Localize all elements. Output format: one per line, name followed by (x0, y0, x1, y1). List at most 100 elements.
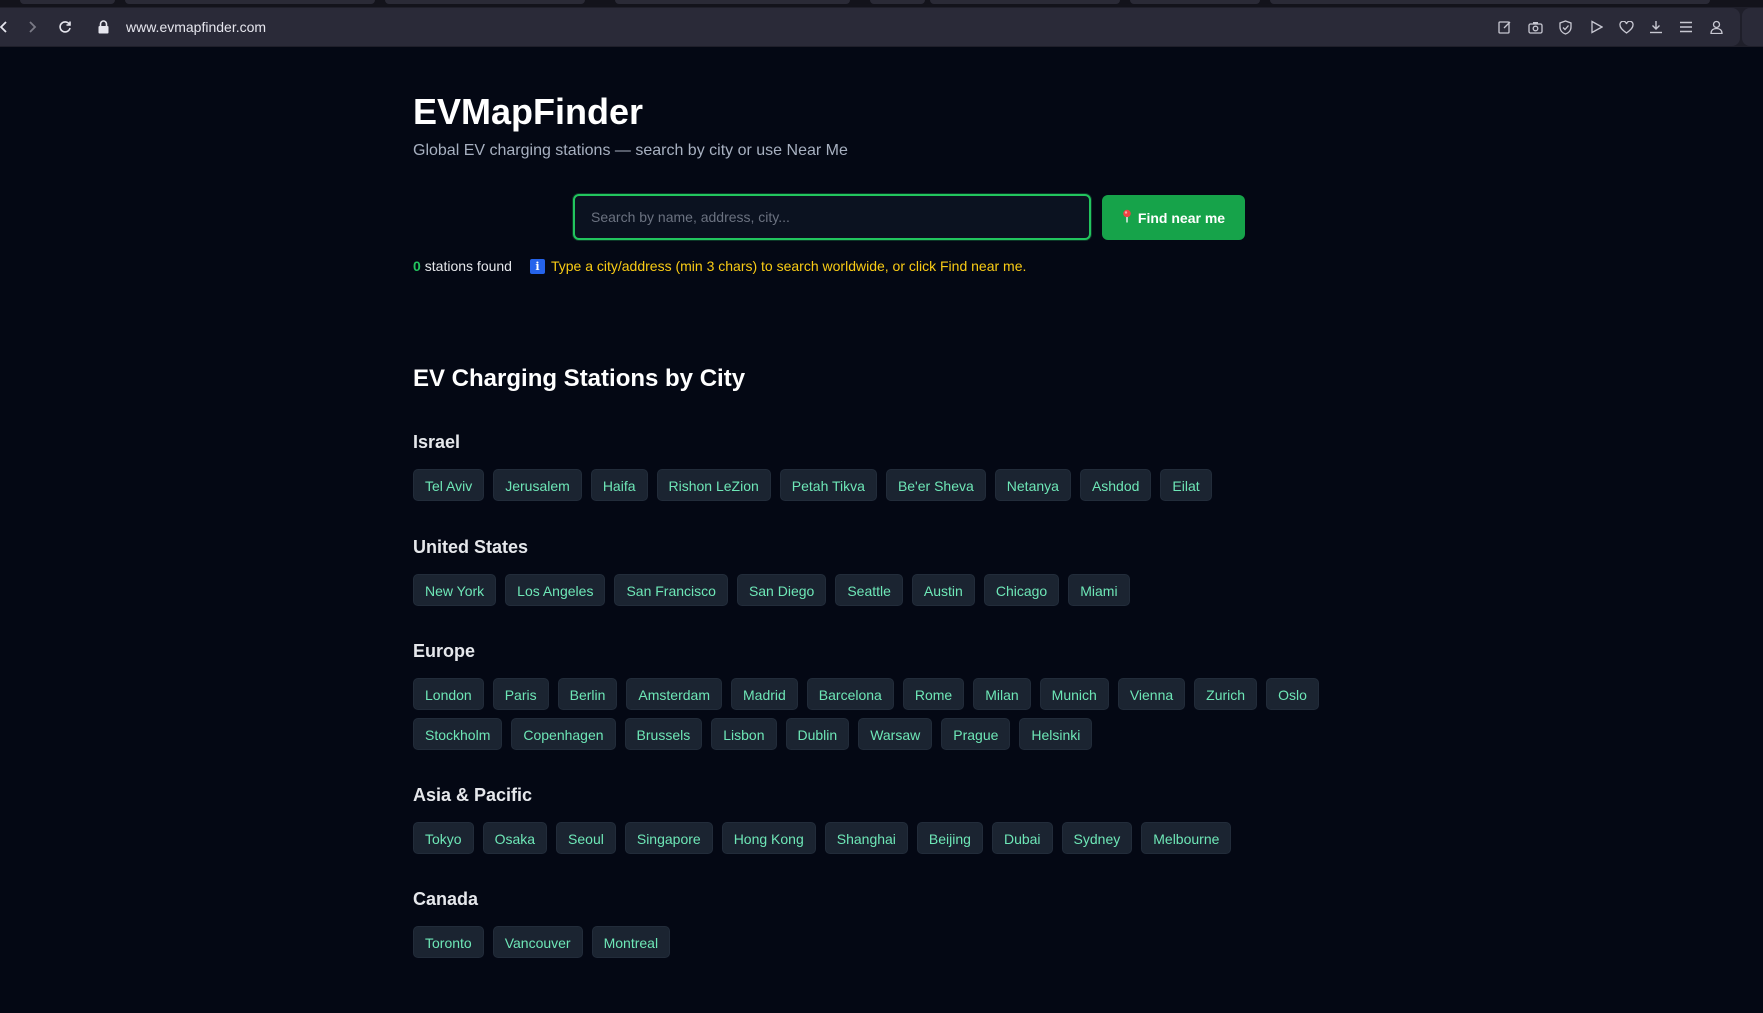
city-chip[interactable]: Copenhagen (511, 718, 616, 750)
region-asia-pacific: Asia & Pacific Tokyo Osaka Seoul Singapore H… (413, 782, 1413, 854)
city-chip[interactable]: Zurich (1194, 678, 1258, 710)
city-chip[interactable]: Madrid (731, 678, 798, 710)
play-icon[interactable] (1585, 16, 1607, 38)
city-chip[interactable]: London (413, 678, 484, 710)
browser-tab[interactable] (870, 0, 925, 4)
city-chip[interactable]: Munich (1039, 678, 1109, 710)
forward-icon[interactable] (24, 8, 40, 46)
city-chip[interactable]: Lisbon (711, 718, 777, 750)
city-chip[interactable]: Toronto (413, 926, 484, 958)
city-chip[interactable]: Helsinki (1019, 718, 1093, 750)
edit-icon[interactable] (1494, 16, 1516, 38)
city-list: Tokyo Osaka Seoul Singapore Hong Kong Shangha… (413, 822, 1413, 854)
city-chip[interactable]: New York (413, 574, 497, 606)
city-chip[interactable]: Shanghai (824, 822, 908, 854)
city-chip[interactable]: Melbourne (1141, 822, 1232, 854)
region-name: United States (413, 537, 529, 557)
city-chip[interactable]: Hong Kong (721, 822, 816, 854)
city-chip[interactable]: Dubai (991, 822, 1053, 854)
city-chip[interactable]: San Diego (736, 574, 827, 606)
pin-icon (1122, 209, 1132, 226)
city-chip[interactable]: Be'er Sheva (885, 469, 986, 501)
city-chip[interactable]: Vienna (1117, 678, 1186, 710)
city-chip[interactable]: Eilat (1160, 469, 1212, 501)
city-chip[interactable]: Montreal (591, 926, 671, 958)
city-chip[interactable]: Amsterdam (626, 678, 722, 710)
city-chip[interactable]: Milan (973, 678, 1031, 710)
browser-toolbar: www.evmapfinder.com (0, 0, 1763, 47)
city-list: Toronto Vancouver Montreal (413, 926, 1413, 958)
browser-tab[interactable] (385, 0, 585, 4)
city-list: London Paris Berlin Amsterdam Madrid Barcelon… (413, 678, 1413, 750)
heart-icon[interactable] (1615, 16, 1637, 38)
city-chip[interactable]: Haifa (590, 469, 648, 501)
browser-tab[interactable] (615, 0, 850, 4)
page-title: EVMapFinder (413, 91, 644, 132)
region-name: Europe (413, 641, 476, 661)
browser-tab[interactable] (1130, 0, 1260, 4)
region-name: Asia & Pacific (413, 785, 533, 805)
region-europe: Europe London Paris Berlin Amsterdam Madrid B… (413, 638, 1413, 750)
city-chip[interactable]: Miami (1068, 574, 1130, 606)
address-bar-row: www.evmapfinder.com (0, 8, 1740, 46)
city-chip[interactable]: Warsaw (858, 718, 933, 750)
city-chip[interactable]: Rishon LeZion (656, 469, 771, 501)
city-chip[interactable]: Austin (911, 574, 975, 606)
city-chip[interactable]: Jerusalem (493, 469, 582, 501)
lock-icon[interactable] (96, 8, 110, 46)
city-chip[interactable]: Prague (941, 718, 1011, 750)
city-chip[interactable]: Osaka (482, 822, 548, 854)
city-chip[interactable]: Seoul (556, 822, 616, 854)
city-chip[interactable]: Dublin (785, 718, 850, 750)
station-count: 0 (413, 258, 421, 274)
status-bar: 0 stations found i Type a city/address (… (413, 258, 1026, 274)
city-chip[interactable]: Netanya (994, 469, 1071, 501)
city-chip[interactable]: Oslo (1266, 678, 1319, 710)
city-chip[interactable]: Vancouver (492, 926, 583, 958)
region-israel: Israel Tel Aviv Jerusalem Haifa Rishon LeZi… (413, 429, 1413, 501)
account-icon[interactable] (1705, 16, 1727, 38)
find-near-me-button[interactable]: Find near me (1102, 195, 1245, 240)
city-chip[interactable]: Petah Tikva (779, 469, 877, 501)
city-chip[interactable]: Los Angeles (505, 574, 606, 606)
city-chip[interactable]: Tokyo (413, 822, 474, 854)
city-chip[interactable]: Seattle (835, 574, 903, 606)
browser-tab[interactable] (125, 0, 375, 4)
city-chip[interactable]: Stockholm (413, 718, 503, 750)
city-chip[interactable]: Beijing (916, 822, 983, 854)
page-subtitle: Global EV charging stations — search by … (413, 142, 848, 159)
city-list: Tel Aviv Jerusalem Haifa Rishon LeZion Petah… (413, 469, 1413, 501)
shield-icon[interactable] (1554, 16, 1576, 38)
camera-icon[interactable] (1524, 16, 1546, 38)
info-icon: i (529, 258, 545, 274)
browser-tab[interactable] (1270, 0, 1710, 4)
city-chip[interactable]: Rome (902, 678, 965, 710)
station-count-label: stations found (424, 258, 512, 274)
region-canada: Canada Toronto Vancouver Montreal (413, 886, 1413, 958)
city-chip[interactable]: Sydney (1061, 822, 1133, 854)
reload-icon[interactable] (57, 8, 73, 46)
city-chip[interactable]: Singapore (624, 822, 713, 854)
search-input[interactable] (573, 194, 1091, 240)
city-chip[interactable]: San Francisco (614, 574, 728, 606)
region-name: Canada (413, 889, 479, 909)
city-chip[interactable]: Berlin (557, 678, 618, 710)
menu-icon[interactable] (1675, 16, 1697, 38)
region-united-states: United States New York Los Angeles San Fra… (413, 534, 1413, 606)
back-icon[interactable] (0, 8, 10, 46)
tab-strip (0, 0, 1763, 7)
city-chip[interactable]: Chicago (983, 574, 1060, 606)
sidebar-toggle[interactable] (1742, 8, 1763, 46)
city-chip[interactable]: Paris (492, 678, 549, 710)
city-chip[interactable]: Ashdod (1079, 469, 1152, 501)
city-list: New York Los Angeles San Francisco San Dieg… (413, 574, 1413, 606)
region-name: Israel (413, 432, 461, 452)
browser-tab[interactable] (930, 0, 1120, 4)
download-icon[interactable] (1645, 16, 1667, 38)
city-chip[interactable]: Tel Aviv (413, 469, 485, 501)
city-chip[interactable]: Barcelona (806, 678, 894, 710)
browser-tab[interactable] (20, 0, 115, 4)
city-chip[interactable]: Brussels (624, 718, 703, 750)
url-text[interactable]: www.evmapfinder.com (126, 8, 266, 46)
cities-section-title: EV Charging Stations by City (413, 365, 746, 392)
